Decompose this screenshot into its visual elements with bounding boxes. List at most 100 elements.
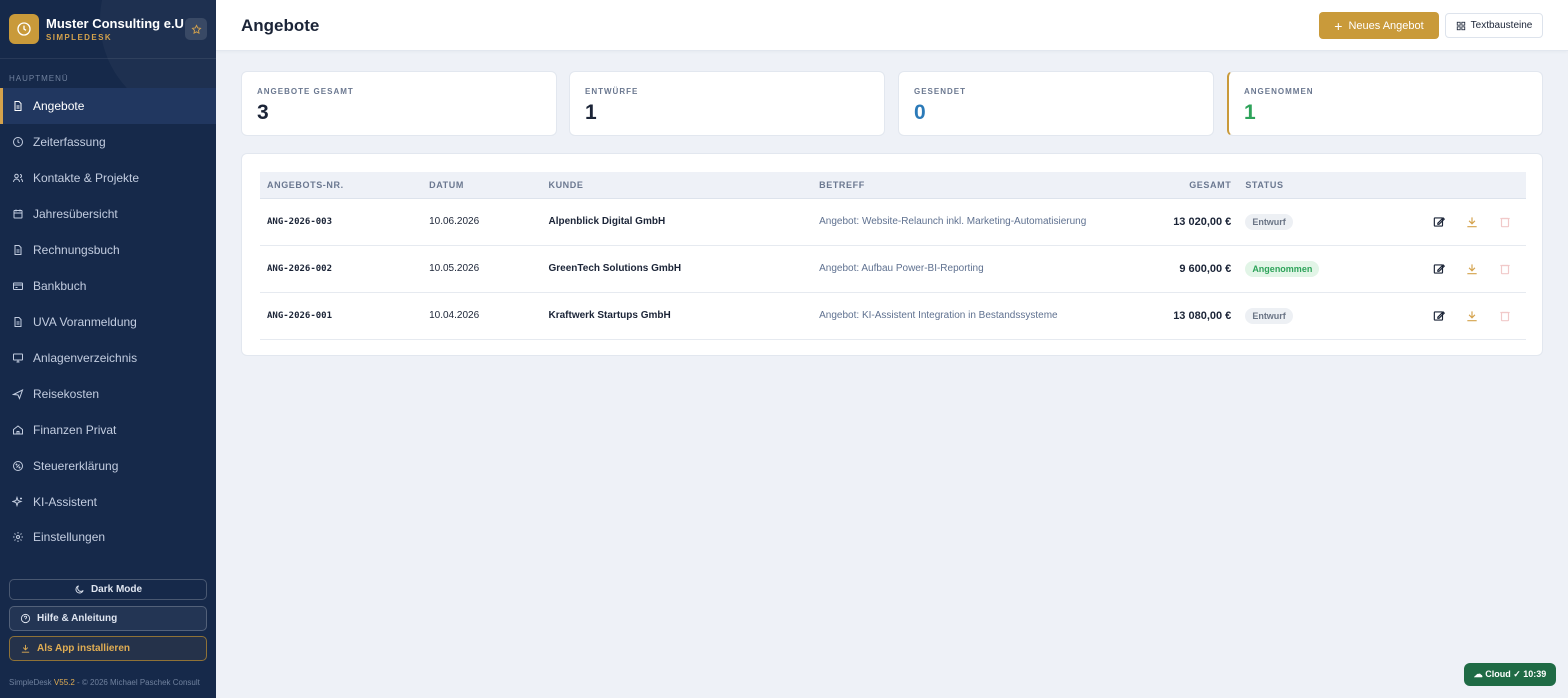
stat-value: 0 — [914, 101, 926, 124]
sidebar-item-bankbuch[interactable]: Bankbuch — [0, 268, 216, 304]
offer-date: 10.05.2026 — [429, 263, 480, 274]
sidebar-item-label: Zeiterfassung — [33, 135, 106, 149]
offer-number: ANG-2026-003 — [267, 216, 333, 227]
help-button[interactable]: Hilfe & Anleitung — [9, 606, 207, 631]
grid-icon — [1456, 21, 1465, 30]
sidebar-item-label: UVA Voranmeldung — [33, 315, 137, 329]
column-header-datum[interactable]: DATUM — [422, 172, 542, 199]
stat-label: ANGEBOTE GESAMT — [257, 87, 354, 96]
download-icon[interactable] — [1465, 309, 1479, 323]
download-icon[interactable] — [1465, 262, 1479, 276]
clock-icon — [13, 137, 23, 147]
sidebar-item-einstellungen[interactable]: Einstellungen — [0, 520, 216, 554]
offers-table-card: ANGEBOTS-NR. DATUM KUNDE BETREFF GESAMT … — [241, 153, 1543, 356]
star-icon[interactable] — [185, 18, 207, 40]
text-blocks-button[interactable]: Textbausteine — [1445, 13, 1543, 38]
column-header-status[interactable]: STATUS — [1238, 172, 1410, 199]
offers-table: ANGEBOTS-NR. DATUM KUNDE BETREFF GESAMT … — [260, 172, 1526, 340]
sidebar-item-reisekosten[interactable]: Reisekosten — [0, 376, 216, 412]
edit-icon[interactable] — [1432, 215, 1446, 229]
offer-number: ANG-2026-001 — [267, 310, 333, 321]
dark-mode-button[interactable]: Dark Mode — [9, 579, 207, 600]
sidebar-item-zeiterfassung[interactable]: Zeiterfassung — [0, 124, 216, 160]
sidebar: Muster Consulting e.U SIMPLEDESK HAUPTME… — [0, 0, 216, 698]
users-icon — [13, 173, 23, 183]
edit-icon[interactable] — [1432, 262, 1446, 276]
table-header-row: ANGEBOTS-NR. DATUM KUNDE BETREFF GESAMT … — [260, 172, 1526, 199]
sidebar-item-label: Steuererklärung — [33, 459, 119, 473]
sidebar-item-angebote[interactable]: Angebote — [0, 88, 216, 124]
sidebar-item-label: KI-Assistent — [33, 495, 98, 509]
page-header: Angebote + Neues Angebot Textbausteine — [216, 0, 1568, 51]
help-label: Hilfe & Anleitung — [37, 613, 118, 624]
offer-date: 10.06.2026 — [429, 216, 480, 227]
column-header-nr[interactable]: ANGEBOTS-NR. — [260, 172, 423, 199]
stat-card-accepted: ANGENOMMEN 1 — [1227, 71, 1543, 136]
footer-prefix: SimpleDesk — [9, 678, 54, 687]
table-row[interactable]: ANG-2026-001 10.04.2026 Kraftwerk Startu… — [260, 292, 1526, 339]
sidebar-item-uva[interactable]: UVA Voranmeldung — [0, 304, 216, 340]
sidebar-item-steuererklaerung[interactable]: Steuererklärung — [0, 448, 216, 484]
sidebar-item-label: Kontakte & Projekte — [33, 171, 140, 185]
sidebar-item-anlagenverzeichnis[interactable]: Anlagenverzeichnis — [0, 340, 216, 376]
document-icon — [14, 317, 22, 327]
text-blocks-label: Textbausteine — [1470, 20, 1533, 31]
percent-icon — [13, 461, 23, 471]
stat-label: ANGENOMMEN — [1244, 87, 1314, 96]
offer-customer: GreenTech Solutions GmbH — [548, 263, 682, 274]
new-offer-label: Neues Angebot — [1348, 19, 1424, 32]
column-header-actions — [1409, 172, 1526, 199]
install-app-button[interactable]: Als App installieren — [9, 636, 207, 661]
sidebar-item-jahresuebersicht[interactable]: Jahresübersicht — [0, 196, 216, 232]
home-icon — [13, 425, 23, 435]
document-icon — [14, 245, 22, 255]
sidebar-item-kontakte[interactable]: Kontakte & Projekte — [0, 160, 216, 196]
brand-subtitle: SIMPLEDESK — [46, 33, 113, 42]
sidebar-item-finanzen-privat[interactable]: Finanzen Privat — [0, 412, 216, 448]
download-icon — [21, 644, 30, 653]
offer-subject: Angebot: Website-Relaunch inkl. Marketin… — [819, 216, 1087, 227]
edit-icon[interactable] — [1432, 309, 1446, 323]
plane-icon — [12, 388, 24, 400]
delete-icon[interactable] — [1498, 215, 1512, 229]
offer-subject: Angebot: KI-Assistent Integration in Bes… — [819, 310, 1058, 321]
sidebar-divider — [0, 58, 216, 59]
sidebar-item-label: Anlagenverzeichnis — [33, 351, 138, 365]
stat-card-total: ANGEBOTE GESAMT 3 — [241, 71, 557, 136]
offer-customer: Kraftwerk Startups GmbH — [548, 310, 671, 321]
column-header-gesamt[interactable]: GESAMT — [1138, 172, 1239, 199]
row-actions — [1409, 292, 1526, 339]
table-row[interactable]: ANG-2026-002 10.05.2026 GreenTech Soluti… — [260, 245, 1526, 292]
page-title: Angebote — [241, 16, 320, 35]
brand: Muster Consulting e.U SIMPLEDESK — [9, 14, 209, 46]
sparkle-icon — [12, 496, 23, 508]
cloud-sync-status[interactable]: ☁ Cloud ✓ 10:39 — [1464, 663, 1556, 686]
footer-copyright: - © 2026 Michael Paschek Consult — [74, 678, 200, 687]
stat-value: 3 — [257, 101, 269, 124]
delete-icon[interactable] — [1498, 262, 1512, 276]
sidebar-item-label: Angebote — [33, 99, 85, 113]
stat-value: 1 — [585, 101, 597, 124]
sidebar-item-label: Reisekosten — [33, 387, 100, 401]
offer-total: 13 020,00 € — [1173, 215, 1232, 228]
column-header-kunde[interactable]: KUNDE — [541, 172, 813, 199]
sidebar-item-rechnungsbuch[interactable]: Rechnungsbuch — [0, 232, 216, 268]
new-offer-button[interactable]: + Neues Angebot — [1319, 12, 1439, 39]
stat-card-drafts: ENTWÜRFE 1 — [569, 71, 885, 136]
download-icon[interactable] — [1465, 215, 1479, 229]
delete-icon[interactable] — [1498, 309, 1512, 323]
sidebar-item-label: Jahresübersicht — [33, 207, 118, 221]
question-circle-icon — [20, 613, 31, 624]
offer-number: ANG-2026-002 — [267, 263, 333, 274]
sidebar-footer: SimpleDesk V55.2 - © 2026 Michael Pasche… — [9, 678, 200, 687]
column-header-betreff[interactable]: BETREFF — [812, 172, 1139, 199]
clock-logo-icon — [9, 14, 39, 44]
offer-status-cell: Entwurf — [1238, 198, 1409, 245]
offer-customer: Alpenblick Digital GmbH — [548, 216, 666, 227]
sidebar-item-ki-assistent[interactable]: KI-Assistent — [0, 484, 216, 520]
calendar-icon — [13, 209, 23, 219]
table-row[interactable]: ANG-2026-003 10.06.2026 Alpenblick Digit… — [260, 198, 1526, 245]
row-actions — [1409, 198, 1526, 245]
install-label: Als App installieren — [37, 643, 130, 654]
footer-version: V55.2 — [53, 678, 75, 687]
